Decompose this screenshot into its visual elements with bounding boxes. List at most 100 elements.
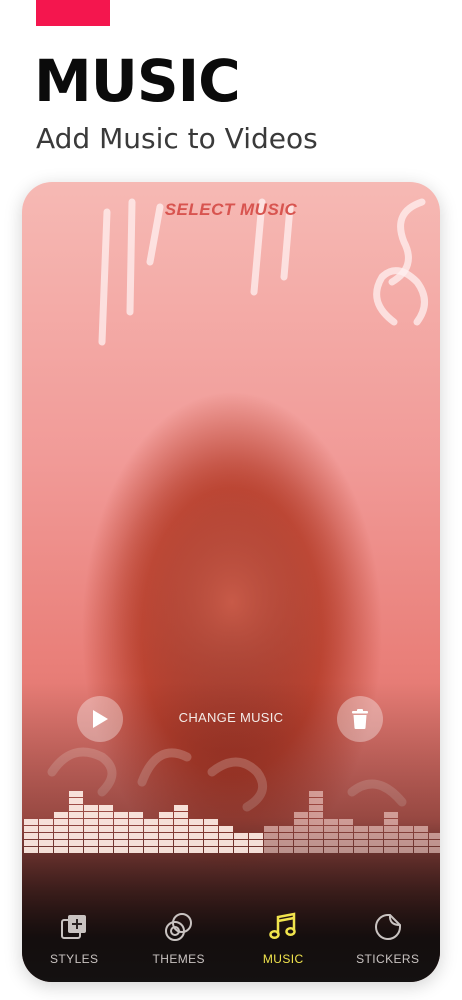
equalizer-segment xyxy=(339,833,353,839)
equalizer-segment xyxy=(429,833,440,839)
equalizer-segment xyxy=(174,819,188,825)
equalizer-segment xyxy=(84,812,98,818)
equalizer-segment xyxy=(114,840,128,846)
equalizer-segment xyxy=(324,826,338,832)
equalizer-segment xyxy=(54,826,68,832)
equalizer-segment xyxy=(264,826,278,832)
equalizer-segment xyxy=(414,826,428,832)
tab-styles[interactable]: STYLES xyxy=(24,912,124,966)
equalizer-segment xyxy=(414,833,428,839)
equalizer-segment xyxy=(69,847,83,853)
equalizer-segment xyxy=(309,805,323,811)
equalizer-segment xyxy=(54,847,68,853)
select-music-button[interactable]: SELECT MUSIC xyxy=(22,200,440,220)
equalizer-segment xyxy=(249,840,263,846)
equalizer-segment xyxy=(399,840,413,846)
equalizer-segment xyxy=(174,826,188,832)
tab-music[interactable]: MUSIC xyxy=(233,912,333,966)
equalizer-segment xyxy=(384,826,398,832)
music-note-icon xyxy=(269,912,296,940)
sticker-icon xyxy=(374,914,401,940)
equalizer-segment xyxy=(414,847,428,853)
equalizer-segment xyxy=(189,847,203,853)
equalizer-segment xyxy=(384,847,398,853)
equalizer-segment xyxy=(294,826,308,832)
equalizer-segment xyxy=(69,791,83,797)
hero-title: MUSIC xyxy=(34,47,241,115)
equalizer-segment xyxy=(54,833,68,839)
equalizer-segment xyxy=(189,826,203,832)
equalizer-segment xyxy=(414,840,428,846)
equalizer-segment xyxy=(249,847,263,853)
equalizer-segment xyxy=(144,833,158,839)
equalizer-segment xyxy=(354,833,368,839)
equalizer-segment xyxy=(99,847,113,853)
tab-themes[interactable]: THEMES xyxy=(129,912,229,966)
equalizer-segment xyxy=(144,840,158,846)
equalizer-segment xyxy=(84,805,98,811)
equalizer-segment xyxy=(399,826,413,832)
equalizer-segment xyxy=(369,847,383,853)
tab-label-stickers: STICKERS xyxy=(356,952,420,966)
equalizer-segment xyxy=(129,819,143,825)
equalizer-segment xyxy=(279,826,293,832)
trash-icon xyxy=(352,709,368,729)
equalizer-segment xyxy=(339,826,353,832)
equalizer-segment xyxy=(159,840,173,846)
equalizer-segment xyxy=(234,833,248,839)
equalizer-segment xyxy=(219,833,233,839)
accent-bar xyxy=(36,0,110,26)
equalizer-segment xyxy=(174,812,188,818)
equalizer-segment xyxy=(189,840,203,846)
equalizer-segment xyxy=(39,833,53,839)
equalizer-segment xyxy=(399,833,413,839)
equalizer-segment xyxy=(234,840,248,846)
equalizer-segment xyxy=(84,833,98,839)
equalizer-segment xyxy=(429,847,440,853)
equalizer-segment xyxy=(309,840,323,846)
equalizer-segment xyxy=(39,826,53,832)
equalizer-segment xyxy=(114,826,128,832)
tab-label-styles: STYLES xyxy=(50,952,99,966)
equalizer-segment xyxy=(69,833,83,839)
equalizer-segment xyxy=(54,819,68,825)
equalizer-segment xyxy=(174,847,188,853)
equalizer-segment xyxy=(339,847,353,853)
equalizer-segment xyxy=(99,812,113,818)
equalizer-segment xyxy=(69,840,83,846)
equalizer-segment xyxy=(264,847,278,853)
equalizer-segment xyxy=(24,840,38,846)
equalizer-segment xyxy=(69,805,83,811)
equalizer-segment xyxy=(144,847,158,853)
equalizer-segment xyxy=(354,840,368,846)
equalizer-segment xyxy=(294,847,308,853)
equalizer-segment xyxy=(384,812,398,818)
tab-stickers[interactable]: STICKERS xyxy=(338,912,438,966)
equalizer-segment xyxy=(24,833,38,839)
equalizer-segment xyxy=(54,812,68,818)
equalizer-segment xyxy=(159,833,173,839)
equalizer-segment xyxy=(204,833,218,839)
equalizer-segment xyxy=(114,812,128,818)
equalizer-segment xyxy=(84,847,98,853)
equalizer-segment xyxy=(24,847,38,853)
equalizer-segment xyxy=(309,812,323,818)
equalizer-segment xyxy=(219,826,233,832)
equalizer-segment xyxy=(384,833,398,839)
equalizer-segment xyxy=(324,840,338,846)
equalizer-segment xyxy=(189,833,203,839)
equalizer-segment xyxy=(99,819,113,825)
equalizer-segment xyxy=(354,847,368,853)
equalizer-segment xyxy=(369,840,383,846)
equalizer-segment xyxy=(264,833,278,839)
equalizer-segment xyxy=(114,819,128,825)
equalizer-segment xyxy=(429,840,440,846)
equalizer-segment xyxy=(279,833,293,839)
equalizer-segment xyxy=(324,833,338,839)
equalizer-segment xyxy=(144,819,158,825)
equalizer-segment xyxy=(354,826,368,832)
equalizer-segment xyxy=(384,819,398,825)
delete-music-button[interactable] xyxy=(337,696,383,742)
equalizer-segment xyxy=(159,847,173,853)
equalizer-segment xyxy=(369,833,383,839)
